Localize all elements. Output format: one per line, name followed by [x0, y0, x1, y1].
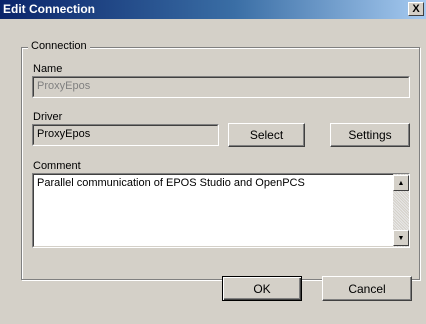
- scroll-down-arrow-icon[interactable]: ▼: [393, 230, 409, 246]
- driver-field-value: ProxyEpos: [33, 125, 218, 145]
- connection-group-legend: Connection: [28, 40, 90, 52]
- ok-button[interactable]: OK: [222, 276, 302, 301]
- name-field[interactable]: ProxyEpos: [32, 76, 410, 98]
- settings-button[interactable]: Settings: [330, 123, 410, 147]
- window-title: Edit Connection: [3, 2, 95, 16]
- name-label: Name: [33, 63, 63, 75]
- title-bar: Edit Connection X: [0, 0, 426, 19]
- comment-scrollbar[interactable]: ▲ ▼: [393, 174, 409, 247]
- close-button[interactable]: X: [408, 2, 424, 16]
- name-field-value: ProxyEpos: [33, 77, 409, 97]
- driver-label: Driver: [33, 111, 63, 123]
- cancel-button[interactable]: Cancel: [322, 276, 412, 301]
- driver-field[interactable]: ProxyEpos: [32, 124, 219, 146]
- scroll-up-arrow-icon[interactable]: ▲: [393, 175, 409, 191]
- select-button[interactable]: Select: [228, 123, 305, 147]
- comment-label: Comment: [33, 160, 81, 172]
- dialog-body: Connection Name ProxyEpos Driver ProxyEp…: [0, 19, 426, 324]
- comment-textarea[interactable]: Parallel communication of EPOS Studio an…: [32, 173, 410, 248]
- close-icon: X: [412, 2, 420, 15]
- comment-text: Parallel communication of EPOS Studio an…: [33, 174, 409, 247]
